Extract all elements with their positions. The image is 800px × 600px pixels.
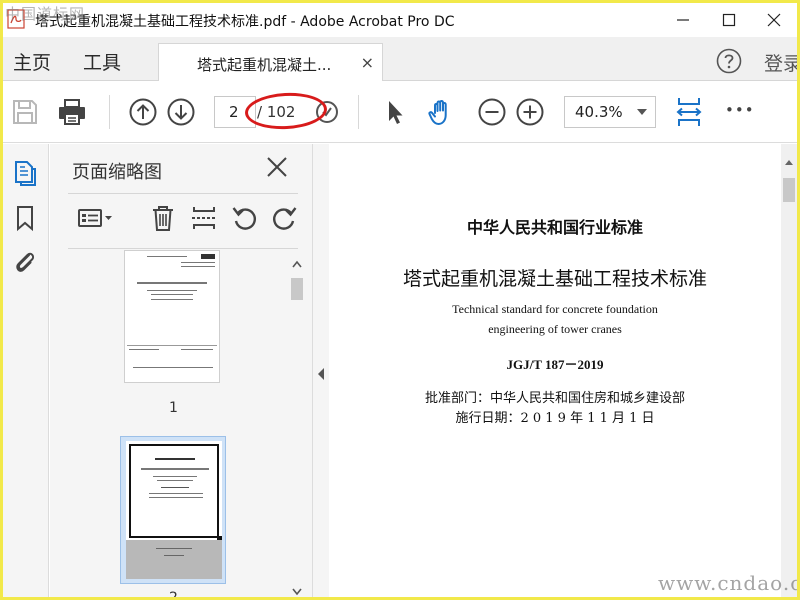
save-icon[interactable] bbox=[10, 97, 40, 127]
thumb-text-line bbox=[164, 555, 184, 556]
doc-title-en-line2: engineering of tower cranes bbox=[488, 322, 622, 336]
document-tab[interactable]: 塔式起重机混凝土... × bbox=[158, 43, 383, 82]
thumb-text-line bbox=[137, 282, 207, 284]
help-icon[interactable] bbox=[716, 48, 742, 74]
navigation-rail bbox=[3, 144, 49, 597]
zoom-level-value: 40.3% bbox=[575, 103, 623, 121]
panel-divider bbox=[68, 248, 298, 249]
thumb-rule bbox=[127, 345, 217, 346]
more-tools-icon[interactable]: ••• bbox=[725, 101, 755, 119]
tab-row: 主页 工具 塔式起重机混凝土... × 登录 bbox=[3, 37, 797, 82]
thumb-text-line bbox=[141, 468, 209, 470]
document-scrollbar[interactable] bbox=[781, 144, 797, 597]
document-page: 中华人民共和国行业标准 塔式起重机混凝土基础工程技术标准 Technical s… bbox=[329, 144, 781, 597]
thumb-text-line bbox=[129, 349, 159, 350]
thumb-text-line bbox=[133, 367, 213, 368]
rotate-counterclockwise-icon[interactable] bbox=[231, 204, 259, 232]
next-page-icon[interactable] bbox=[166, 97, 196, 127]
panel-collapse-handle[interactable] bbox=[312, 144, 329, 597]
select-pointer-icon[interactable] bbox=[380, 97, 410, 127]
delete-page-icon[interactable] bbox=[149, 204, 177, 232]
doc-title-cn: 塔式起重机混凝土基础工程技术标准 bbox=[402, 268, 707, 290]
window-title: 塔式起重机混凝土基础工程技术标准.pdf - Adobe Acrobat Pro… bbox=[35, 14, 455, 30]
thumbnails-panel: 页面缩略图 1 bbox=[50, 144, 312, 597]
page-thumbnails-icon[interactable] bbox=[11, 158, 39, 186]
thumb-text-line bbox=[161, 487, 189, 488]
thumbnail-scrollbar[interactable] bbox=[289, 250, 305, 597]
thumb-text-line bbox=[181, 349, 213, 350]
thumbnail-list: 1 2 bbox=[50, 250, 290, 597]
thumb-text-line bbox=[153, 476, 197, 477]
attachments-icon[interactable] bbox=[11, 248, 39, 276]
doc-standard-code: JGJ/T 187－2019 bbox=[506, 357, 604, 372]
doc-title-en-line1: Technical standard for concrete foundati… bbox=[452, 302, 658, 316]
doc-approver: 批准部门：中华人民共和国住房和城乡建设部 bbox=[424, 391, 685, 406]
thumb-text-line bbox=[181, 266, 215, 267]
panel-divider bbox=[68, 193, 298, 194]
thumb-text-line bbox=[155, 458, 195, 460]
close-panel-icon[interactable] bbox=[264, 154, 290, 180]
scrollbar-thumb[interactable] bbox=[291, 278, 303, 300]
acrobat-window: 塔式起重机混凝土基础工程技术标准.pdf - Adobe Acrobat Pro… bbox=[3, 3, 797, 597]
site-watermark-bottom: www.cndao.com bbox=[658, 571, 797, 595]
page-thumbnail-1[interactable] bbox=[124, 250, 220, 383]
thumb-text-line bbox=[151, 294, 193, 295]
fit-page-icon[interactable] bbox=[674, 95, 704, 129]
tab-tools[interactable]: 工具 bbox=[83, 48, 121, 75]
toolbar-divider bbox=[358, 95, 359, 129]
site-watermark-top: 中国道标网 bbox=[5, 5, 86, 23]
thumb-text-line bbox=[149, 497, 203, 498]
panel-title: 页面缩略图 bbox=[72, 162, 162, 183]
thumb-text-line bbox=[151, 299, 193, 300]
print-icon[interactable] bbox=[57, 97, 87, 127]
minimize-icon[interactable] bbox=[660, 3, 706, 37]
page-thumbnail-2[interactable] bbox=[126, 441, 222, 579]
thumbnail-number: 2 bbox=[169, 590, 178, 597]
zoom-level-select[interactable]: 40.3% bbox=[564, 96, 656, 128]
document-tab-label: 塔式起重机混凝土... bbox=[197, 56, 332, 74]
toolbar-divider bbox=[109, 95, 110, 129]
chevron-down-icon bbox=[637, 109, 647, 115]
maximize-icon[interactable] bbox=[706, 3, 752, 37]
sign-in-link[interactable]: 登录 bbox=[764, 49, 797, 76]
thumb-text-line bbox=[156, 548, 192, 549]
hand-tool-icon[interactable] bbox=[427, 97, 457, 127]
thumb-text-line bbox=[147, 256, 187, 257]
thumb-text-line bbox=[157, 480, 193, 481]
tab-home[interactable]: 主页 bbox=[13, 48, 51, 75]
thumb-text-line bbox=[147, 290, 197, 291]
close-tab-icon[interactable]: × bbox=[361, 53, 374, 72]
thumb-logo bbox=[201, 254, 215, 259]
doc-effective-date: 施行日期：2 0 1 9 年 1 1 月 1 日 bbox=[455, 411, 655, 426]
insert-page-icon[interactable] bbox=[190, 204, 218, 232]
bookmarks-icon[interactable] bbox=[11, 204, 39, 232]
previous-page-icon[interactable] bbox=[128, 97, 158, 127]
thumb-bottom-band bbox=[126, 540, 222, 579]
scroll-down-icon[interactable] bbox=[292, 588, 302, 596]
main-toolbar: 2 / 102 40.3% ••• bbox=[3, 81, 797, 143]
thumb-text-line bbox=[149, 493, 203, 494]
close-window-icon[interactable] bbox=[751, 3, 797, 37]
scrollbar-thumb[interactable] bbox=[783, 178, 795, 202]
title-bar: 塔式起重机混凝土基础工程技术标准.pdf - Adobe Acrobat Pro… bbox=[3, 3, 797, 37]
zoom-out-icon[interactable] bbox=[477, 97, 507, 127]
collapse-left-icon[interactable] bbox=[317, 368, 325, 380]
thumb-page-frame bbox=[129, 444, 222, 541]
thumbnail-options-icon[interactable] bbox=[76, 204, 116, 232]
doc-header: 中华人民共和国行业标准 bbox=[466, 218, 643, 237]
zoom-in-icon[interactable] bbox=[515, 97, 545, 127]
scroll-up-icon[interactable] bbox=[292, 260, 302, 268]
thumbnail-number: 1 bbox=[169, 400, 178, 416]
thumb-text-line bbox=[181, 262, 215, 263]
rotate-clockwise-icon[interactable] bbox=[270, 204, 298, 232]
scroll-up-icon[interactable] bbox=[784, 158, 794, 166]
